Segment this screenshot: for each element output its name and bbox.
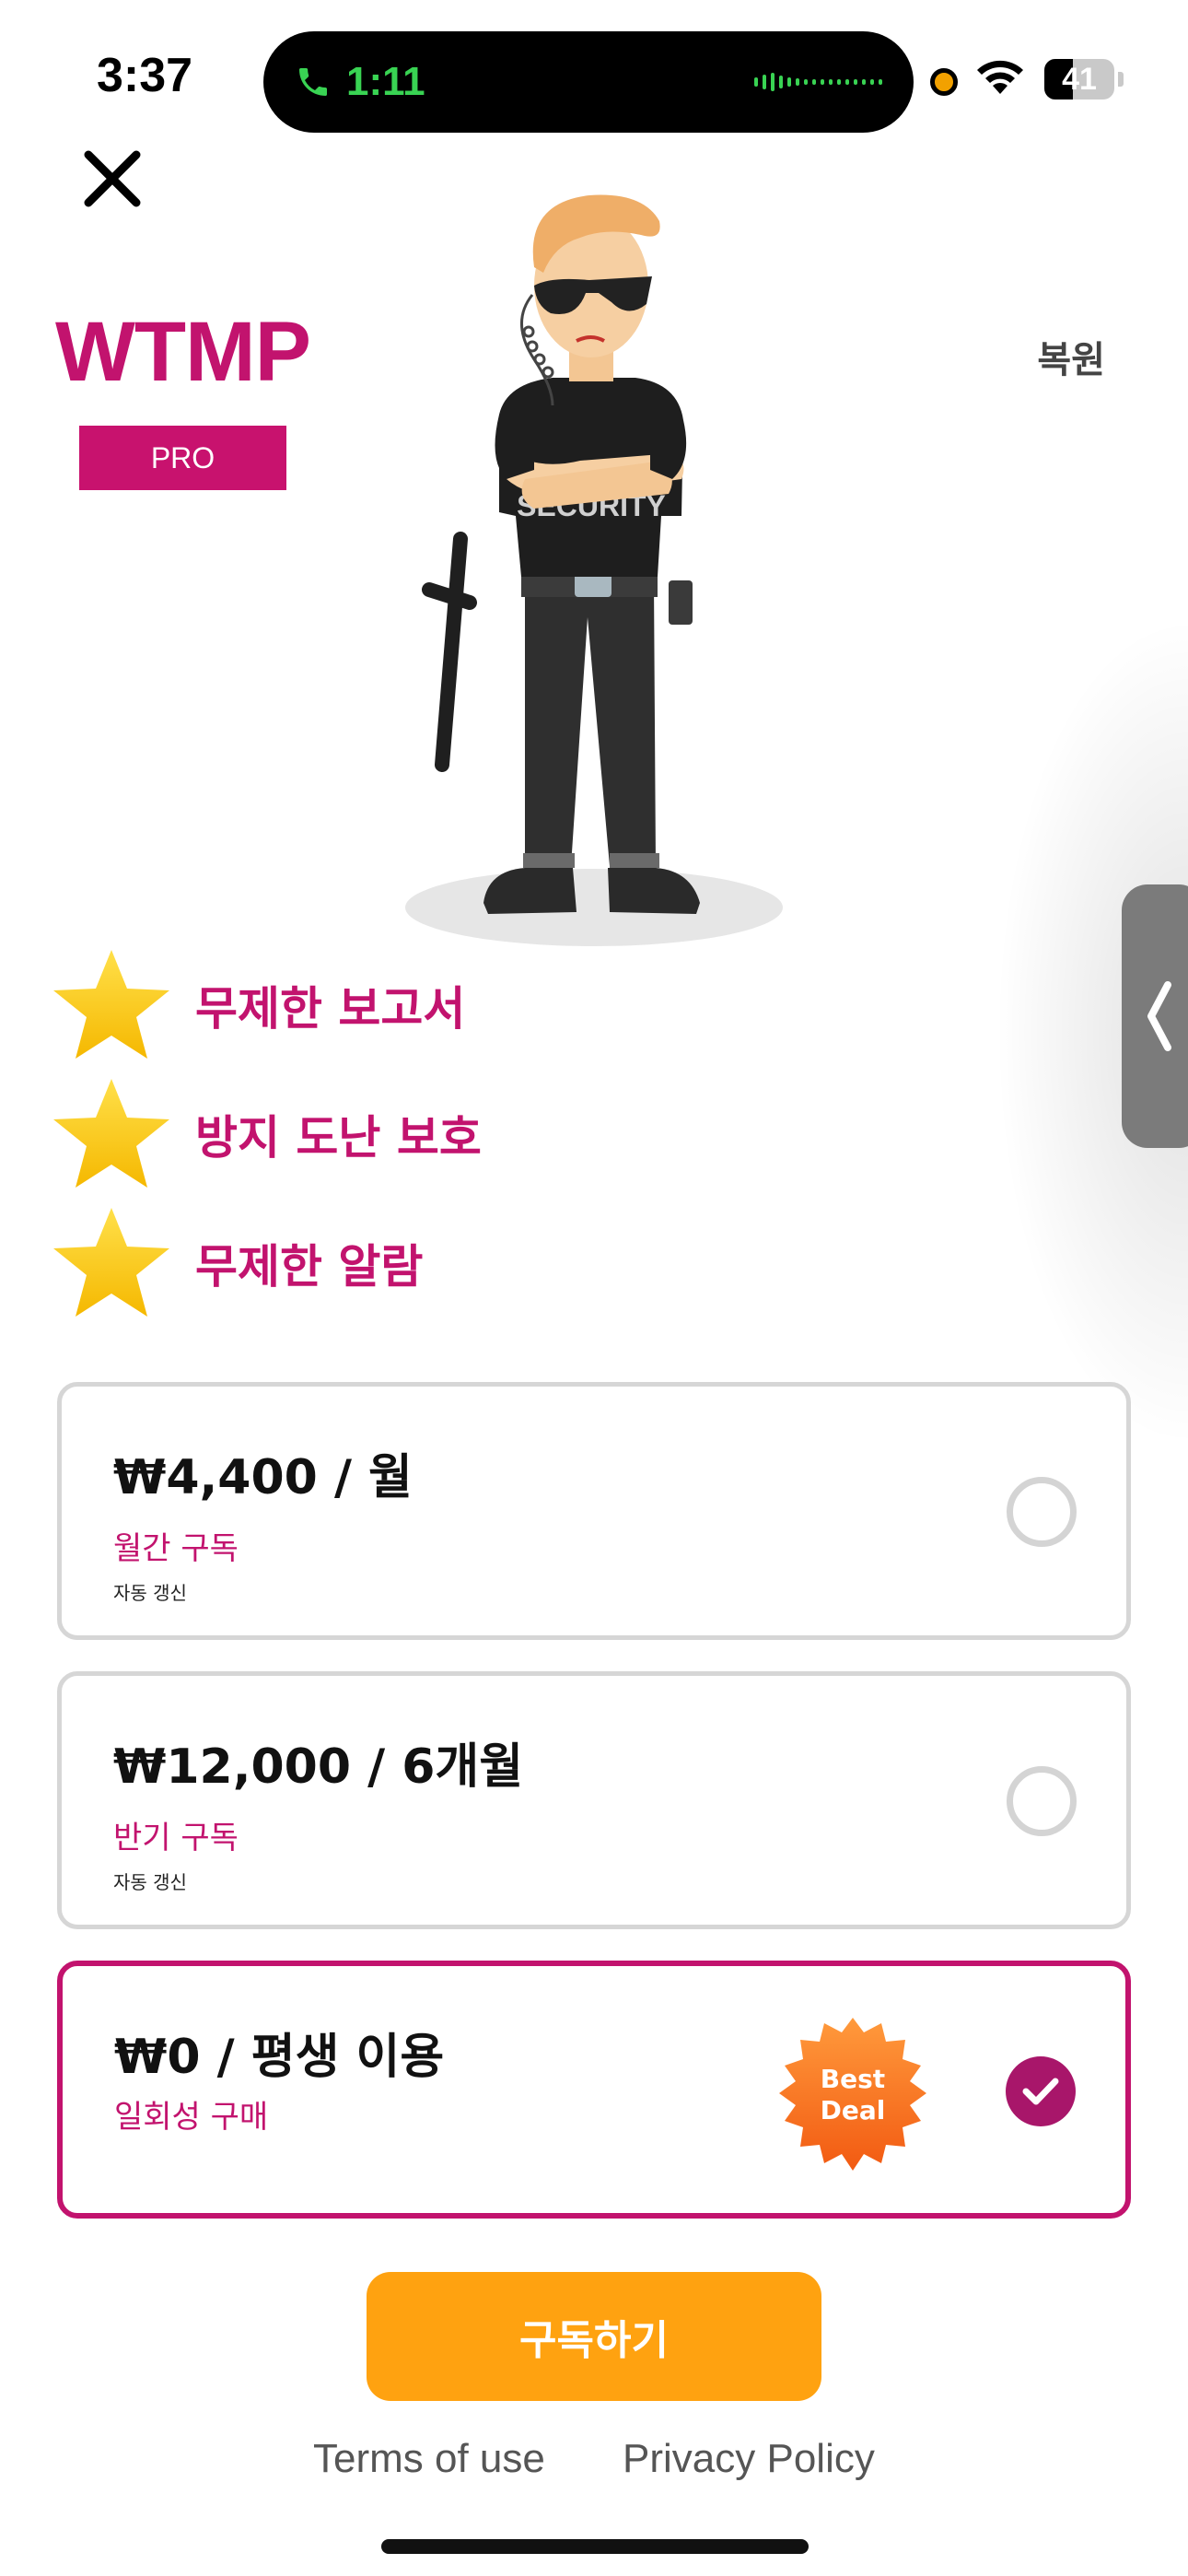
side-panel-handle[interactable] bbox=[1122, 884, 1188, 1148]
radio-button[interactable] bbox=[1007, 1766, 1077, 1836]
plan-subtitle: 일회성 구매 bbox=[114, 2099, 269, 2136]
plan-subtitle: 반기 구독 bbox=[113, 1820, 239, 1856]
dynamic-island[interactable]: 1:11 bbox=[263, 31, 914, 133]
pro-badge: PRO bbox=[79, 426, 286, 490]
plan-price: ₩12,000 / 6개월 bbox=[113, 1739, 524, 1795]
phone-icon bbox=[299, 68, 327, 96]
star-icon bbox=[53, 1208, 169, 1317]
feature-item: 방지 도난 보호 bbox=[52, 1074, 482, 1194]
status-time: 3:37 bbox=[97, 49, 193, 102]
plan-option-lifetime[interactable]: ₩0 / 평생 이용 일회성 구매 Best Deal bbox=[57, 1961, 1131, 2219]
battery-level: 41 bbox=[1062, 61, 1097, 97]
best-deal-line1: Best bbox=[821, 2064, 885, 2094]
best-deal-badge: Best Deal bbox=[779, 2018, 926, 2171]
feature-label: 무제한 알람 bbox=[195, 1240, 424, 1294]
plan-note: 자동 갱신 bbox=[113, 1582, 187, 1604]
terms-link[interactable]: Terms of use bbox=[313, 2436, 545, 2482]
feature-item: 무제한 알람 bbox=[52, 1203, 423, 1323]
plan-option-semiannual[interactable]: ₩12,000 / 6개월 반기 구독 자동 갱신 bbox=[57, 1671, 1131, 1929]
restore-button[interactable]: 복원 bbox=[1037, 330, 1105, 383]
close-icon[interactable] bbox=[81, 147, 144, 210]
subscribe-button[interactable]: 구독하기 bbox=[367, 2272, 821, 2401]
call-duration: 1:11 bbox=[346, 59, 425, 104]
plan-price: ₩4,400 / 월 bbox=[113, 1450, 413, 1505]
plan-option-monthly[interactable]: ₩4,400 / 월 월간 구독 자동 갱신 bbox=[57, 1382, 1131, 1640]
recording-indicator bbox=[930, 68, 958, 96]
battery-nub bbox=[1118, 72, 1124, 87]
security-guard-illustration: SECURITY bbox=[405, 194, 783, 946]
audio-wave-icon bbox=[754, 73, 882, 91]
feature-item: 무제한 보고서 bbox=[52, 945, 465, 1065]
home-indicator[interactable] bbox=[381, 2539, 809, 2554]
brand-title: WTMP bbox=[55, 305, 311, 399]
checkmark-icon bbox=[1022, 2078, 1059, 2105]
chevron-left-icon bbox=[1147, 981, 1171, 1051]
feature-label: 무제한 보고서 bbox=[195, 982, 466, 1036]
plan-price: ₩0 / 평생 이용 bbox=[114, 2030, 445, 2085]
plan-note: 자동 갱신 bbox=[113, 1871, 187, 1893]
battery-icon: 41 bbox=[1044, 59, 1114, 100]
star-icon bbox=[53, 950, 169, 1059]
radio-button-checked[interactable] bbox=[1006, 2056, 1076, 2126]
best-deal-line2: Deal bbox=[821, 2095, 886, 2125]
wifi-icon bbox=[977, 60, 1023, 94]
radio-button[interactable] bbox=[1007, 1477, 1077, 1547]
feature-label: 방지 도난 보호 bbox=[195, 1111, 482, 1165]
plan-subtitle: 월간 구독 bbox=[113, 1530, 239, 1567]
privacy-link[interactable]: Privacy Policy bbox=[623, 2436, 875, 2482]
star-icon bbox=[53, 1079, 169, 1188]
